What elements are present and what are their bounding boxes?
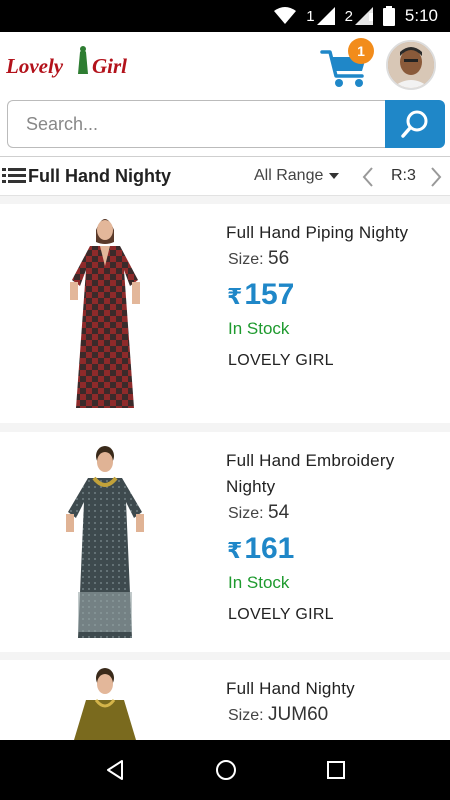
size-value: 56 (268, 248, 290, 269)
lovely-girl-logo[interactable]: Lovely Girl (5, 44, 146, 84)
category-title: Full Hand Nighty (28, 166, 171, 186)
product-name[interactable]: Full Hand Embroidery Nighty (226, 448, 436, 500)
battery-icon (382, 6, 395, 26)
brand-name: LOVELY GIRL (228, 352, 334, 369)
sim2-number: 2 (344, 8, 353, 25)
search-area (0, 98, 450, 156)
product-card[interactable]: Full Hand Embroidery Nighty Size: 54 ₹ 1… (0, 432, 450, 652)
user-avatar[interactable] (386, 40, 436, 90)
size-value: JUM60 (268, 704, 329, 725)
back-icon[interactable] (104, 759, 126, 781)
product-size: Size: 56 (228, 248, 289, 270)
stock-status: In Stock (228, 573, 290, 592)
product-image (66, 446, 144, 638)
chevron-left-icon[interactable] (360, 166, 376, 188)
dropdown-caret-icon (329, 173, 340, 179)
product-card[interactable]: Full Hand Piping Nighty Size: 56 ₹ 157 I… (0, 204, 450, 423)
product-image (70, 219, 140, 408)
search-button[interactable] (385, 100, 445, 148)
cart-count-badge: 1 (348, 38, 374, 64)
product-image (74, 668, 136, 740)
clock: 5:10 (404, 6, 438, 25)
product-price: ₹ 157 (227, 278, 294, 312)
currency-symbol: ₹ (227, 284, 243, 309)
page-indicator: R:3 (391, 167, 416, 184)
sim1-number: 1 (306, 8, 315, 25)
size-label: Size: (228, 707, 264, 724)
recents-icon[interactable] (326, 760, 346, 780)
stock-status: In Stock (228, 319, 290, 338)
product-name[interactable]: Full Hand Piping Nighty (226, 220, 436, 246)
sim2-signal: 2 (345, 7, 373, 25)
product-card[interactable]: Full Hand Nighty Size: JUM60 (0, 660, 450, 740)
status-bar: 1 2 5:10 (0, 0, 450, 32)
search-input[interactable] (7, 100, 385, 148)
signal-icon (354, 7, 373, 25)
price-value: 161 (244, 532, 295, 565)
category-filter-bar: Full Hand Nighty All Range R:3 (0, 156, 450, 196)
system-nav-bar (0, 740, 450, 800)
size-value: 54 (268, 502, 290, 523)
svg-text:Lovely: Lovely (6, 54, 64, 78)
product-price: ₹ 161 (227, 532, 294, 566)
list-icon[interactable] (2, 167, 26, 187)
search-icon (401, 110, 428, 138)
sim1-signal: 1 (306, 7, 335, 25)
brand-name: LOVELY GIRL (228, 606, 334, 623)
signal-icon (316, 7, 335, 25)
svg-text:Girl: Girl (92, 54, 127, 78)
chevron-right-icon[interactable] (428, 166, 444, 188)
range-label: All Range (254, 167, 324, 184)
currency-symbol: ₹ (227, 538, 243, 563)
range-dropdown[interactable]: All Range (254, 167, 340, 185)
size-label: Size: (228, 505, 264, 522)
home-icon[interactable] (214, 758, 238, 782)
wifi-icon (274, 7, 297, 24)
size-label: Size: (228, 251, 264, 268)
app-header: Lovely Girl (0, 32, 450, 98)
price-value: 157 (244, 278, 295, 311)
product-size: Size: 54 (228, 502, 289, 524)
product-size: Size: JUM60 (228, 704, 328, 726)
product-name[interactable]: Full Hand Nighty (226, 676, 436, 702)
